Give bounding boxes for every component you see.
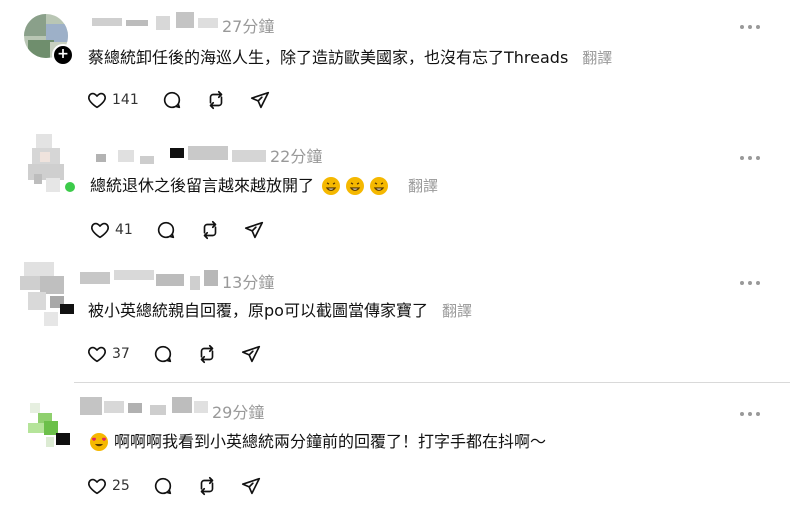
comment-text: 被小英總統親自回覆，原po可以截圖當傳家寶了 [88,301,428,320]
timestamp: 29分鐘 [212,403,265,422]
timestamp: 13分鐘 [222,273,275,292]
avatar[interactable] [26,399,70,447]
share-button[interactable] [249,89,271,111]
action-bar: 37 [86,343,284,365]
action-bar: 141 [86,89,293,111]
heart-icon [91,222,109,239]
repost-icon [203,220,217,240]
comment-icon [154,345,171,363]
comment-text: 總統退休之後留言越來越放開了 [90,176,315,195]
comment-icon [154,477,171,495]
comment-1: + 27分鐘 蔡總統卸任後的海巡人生，除了造訪歐美國家，也沒有忘了Threads… [0,0,796,128]
repost-icon [200,476,214,496]
rofl-emoji [322,177,341,195]
like-button[interactable]: 41 [89,219,133,241]
username-blurred[interactable] [96,146,268,164]
reply-button[interactable] [152,343,174,365]
rofl-emoji [370,177,389,195]
send-icon [244,221,263,239]
comment-2: 22分鐘 總統退休之後留言越來越放開了 翻譯 41 [0,128,796,254]
like-button[interactable]: 25 [86,475,130,497]
reply-button[interactable] [161,89,183,111]
avatar[interactable] [26,134,70,192]
comment-text: 蔡總統卸任後的海巡人生，除了造訪歐美國家，也沒有忘了Threads [88,48,569,67]
reply-button[interactable] [155,219,177,241]
comment-body: 蔡總統卸任後的海巡人生，除了造訪歐美國家，也沒有忘了Threads 翻譯 [88,47,612,69]
repost-button[interactable] [196,343,218,365]
send-icon [241,477,260,495]
share-button[interactable] [240,475,262,497]
comment-icon [163,91,180,109]
avatar[interactable] [20,262,74,326]
heart-icon [88,92,106,109]
heart-icon [88,478,106,495]
more-icon[interactable] [740,411,760,417]
repost-icon [209,90,223,110]
comment-icon [157,221,174,239]
repost-icon [200,344,214,364]
repost-button[interactable] [196,475,218,497]
username-blurred[interactable] [92,12,220,30]
comment-4: 29分鐘 啊啊啊我看到小英總統兩分鐘前的回覆了！打字手都在抖啊～ 25 [0,383,796,505]
action-bar: 41 [89,219,287,241]
comment-body: 被小英總統親自回覆，原po可以截圖當傳家寶了 翻譯 [88,300,472,322]
send-icon [241,345,260,363]
online-status-icon [63,180,77,194]
comment-3: 13分鐘 被小英總統親自回覆，原po可以截圖當傳家寶了 翻譯 37 [0,254,796,382]
more-icon[interactable] [740,24,760,30]
translate-link[interactable]: 翻譯 [442,300,472,322]
send-icon [250,91,269,109]
comment-text: 啊啊啊我看到小英總統兩分鐘前的回覆了！打字手都在抖啊～ [114,432,547,451]
comment-body: 啊啊啊我看到小英總統兩分鐘前的回覆了！打字手都在抖啊～ [90,431,546,453]
repost-button[interactable] [199,219,221,241]
like-count: 25 [112,478,130,494]
action-bar: 25 [86,475,284,497]
like-count: 141 [112,92,139,108]
like-count: 37 [112,346,130,362]
heart-icon [88,346,106,363]
timestamp: 27分鐘 [222,17,275,36]
more-icon[interactable] [740,155,760,161]
translate-link[interactable]: 翻譯 [408,175,438,197]
username-blurred[interactable] [80,270,220,290]
comment-body: 總統退休之後留言越來越放開了 翻譯 [90,175,438,197]
heart-eyes-emoji [90,433,108,451]
follow-plus-icon[interactable]: + [52,44,74,66]
rofl-emoji [346,177,365,195]
like-button[interactable]: 141 [86,89,139,111]
repost-button[interactable] [205,89,227,111]
share-button[interactable] [240,343,262,365]
timestamp: 22分鐘 [270,147,323,166]
more-icon[interactable] [740,280,760,286]
like-button[interactable]: 37 [86,343,130,365]
share-button[interactable] [243,219,265,241]
username-blurred[interactable] [80,397,210,415]
translate-link[interactable]: 翻譯 [582,47,612,69]
like-count: 41 [115,222,133,238]
reply-button[interactable] [152,475,174,497]
